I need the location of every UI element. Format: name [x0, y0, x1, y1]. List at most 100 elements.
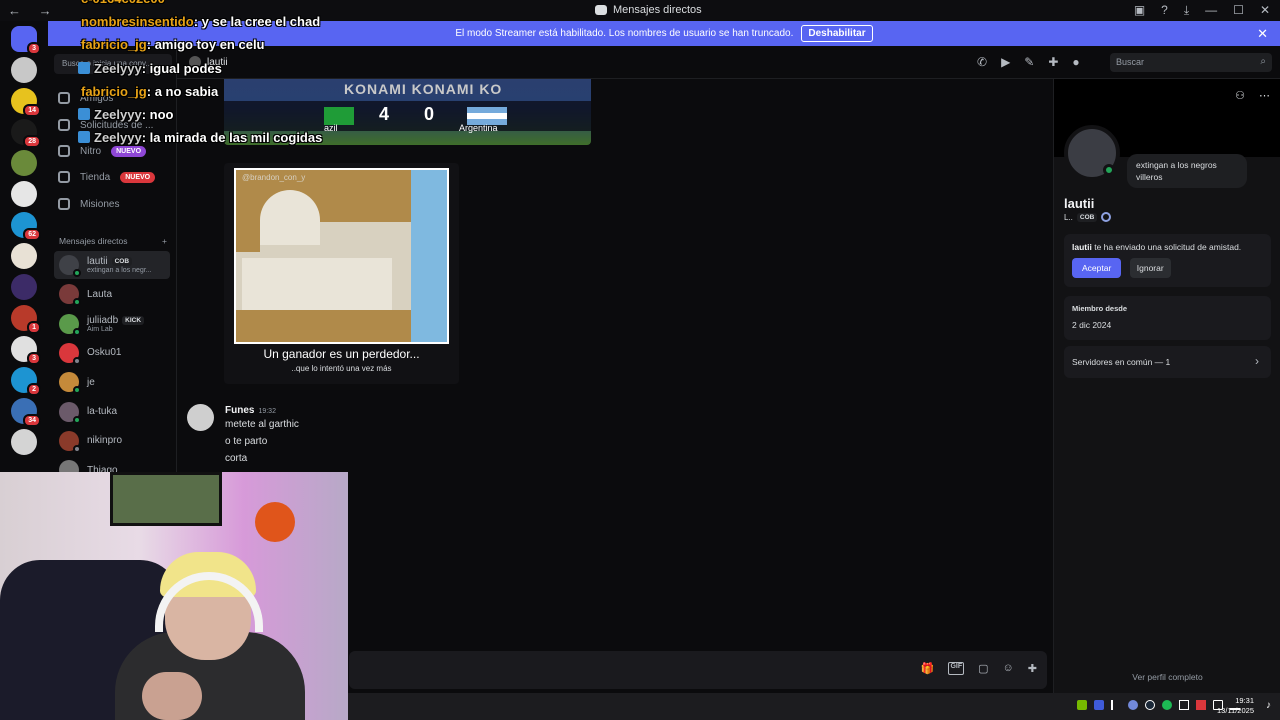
profile-icon[interactable]: ● — [1072, 55, 1079, 69]
dm-item[interactable]: Osku01 — [54, 339, 170, 367]
window-title: Mensajes directos — [595, 4, 702, 16]
comic-illustration: @brandon_con_y — [234, 168, 449, 344]
overlay-chat-line: Zeelyyy: la mirada de las mil cogidas — [78, 130, 322, 145]
nav-nitro[interactable]: Nitro NUEVO — [58, 145, 147, 157]
webcam-overlay — [0, 472, 348, 720]
network-icon[interactable] — [1179, 700, 1189, 710]
add-friend-icon[interactable]: ⚇ — [1235, 89, 1245, 102]
server-icon[interactable]: 28 — [11, 119, 41, 148]
gif-icon[interactable]: GIF — [948, 662, 965, 675]
discord-tray-icon[interactable] — [1128, 700, 1138, 710]
back-arrow-icon[interactable]: ← — [8, 3, 21, 18]
server-icon[interactable] — [11, 243, 37, 269]
dm-name: Osku01 — [87, 347, 122, 359]
nitro-icon — [58, 145, 70, 157]
request-actions: Aceptar Ignorar — [1072, 258, 1263, 278]
discord-logo-icon — [595, 5, 607, 15]
minimize-button[interactable]: — — [1205, 3, 1217, 18]
close-window-button[interactable]: ✕ — [1260, 3, 1270, 18]
message-line: o te parto — [225, 436, 268, 447]
search-input[interactable]: Buscar ⌕ — [1110, 53, 1272, 72]
message-author[interactable]: Funes 19:32 — [225, 405, 276, 416]
platform-icon — [78, 131, 90, 144]
search-placeholder: Buscar — [1116, 57, 1145, 67]
apps-icon[interactable]: ✚ — [1028, 662, 1037, 675]
gift-icon[interactable]: 🎁 — [921, 662, 935, 675]
friend-request-text: lautii te ha enviado una solicitud de am… — [1072, 242, 1263, 252]
dm-text: nikinpro — [87, 435, 122, 446]
dm-item[interactable]: nikinpro — [54, 427, 170, 455]
dm-text: la-tuka — [87, 406, 117, 417]
inbox-icon[interactable]: ▣ — [1134, 3, 1145, 18]
unread-badge: 28 — [23, 135, 41, 148]
clock-time: 19:31 — [1235, 696, 1254, 705]
server-icon[interactable]: 62 — [11, 212, 41, 241]
server-icon[interactable]: 2 — [11, 367, 41, 396]
status-icon — [73, 327, 81, 336]
server-icon[interactable] — [11, 429, 37, 455]
video-icon[interactable]: ▶ — [1001, 55, 1010, 69]
nav-quests[interactable]: Misiones — [58, 198, 119, 210]
dm-item[interactable]: la-tuka — [54, 398, 170, 426]
status-icon — [73, 298, 81, 307]
pin-icon[interactable]: ✎ — [1024, 55, 1034, 69]
help-icon[interactable]: ? — [1161, 3, 1168, 18]
add-member-icon[interactable]: ✚ — [1048, 55, 1058, 69]
guild-tag[interactable]: COB — [1076, 212, 1098, 222]
overlay-message: : la mirada de las mil cogidas — [141, 130, 323, 146]
overlay-message: : amigo toy en celu — [146, 37, 265, 53]
add-dm-icon[interactable]: + — [162, 236, 167, 246]
dm-item[interactable]: Lauta — [54, 280, 170, 308]
server-icon[interactable] — [11, 181, 37, 207]
server-icon[interactable] — [11, 150, 37, 176]
dm-name: Lauta — [87, 288, 113, 300]
ignore-button[interactable]: Ignorar — [1129, 258, 1171, 278]
member-since-date: 2 dic 2024 — [1072, 320, 1112, 330]
profile-avatar[interactable] — [1064, 125, 1120, 181]
forward-arrow-icon[interactable]: → — [39, 3, 52, 18]
steam-icon[interactable] — [1145, 700, 1155, 710]
server-icon[interactable]: 1 — [11, 305, 41, 334]
notification-icon[interactable]: ♪ — [1266, 700, 1271, 711]
server-icon[interactable]: 34 — [11, 398, 41, 427]
avatar[interactable] — [187, 404, 214, 431]
overlay-chat-line: c-0164c02e00 — [81, 0, 165, 6]
accept-button[interactable]: Aceptar — [1072, 258, 1122, 278]
meme-image[interactable]: @brandon_con_y Un ganador es un perdedor… — [224, 163, 459, 384]
server-icon[interactable]: 14 — [11, 88, 41, 117]
microphone-icon[interactable] — [1111, 700, 1121, 710]
server-icon[interactable]: 3 — [11, 336, 41, 365]
phone-icon[interactable]: ✆ — [977, 55, 987, 69]
tunnel-lower — [242, 258, 392, 310]
view-full-profile-link[interactable]: Ver perfil completo — [1054, 672, 1280, 682]
disable-streamer-button[interactable]: Deshabilitar — [801, 25, 873, 42]
badge-icon[interactable] — [1101, 212, 1112, 222]
app-icon[interactable] — [1094, 700, 1104, 710]
score-home: 4 — [379, 104, 390, 124]
dm-item[interactable]: lautii COB extingan a los negr... — [54, 251, 170, 279]
nvidia-icon[interactable] — [1077, 700, 1087, 710]
dm-item[interactable]: je — [54, 368, 170, 396]
record-icon[interactable] — [1196, 700, 1206, 710]
maximize-button[interactable]: ☐ — [1233, 3, 1244, 18]
overlay-chat-line: fabricio_jg: amigo toy en celu — [81, 37, 265, 52]
sticker-icon[interactable]: ▢ — [978, 662, 988, 675]
dm-text: Lauta — [87, 289, 112, 300]
dm-item[interactable]: juliiadb KICK Aim Lab — [54, 310, 170, 338]
overlay-username: fabricio_jg — [81, 37, 147, 53]
download-icon[interactable]: ⤓ — [1184, 3, 1189, 18]
unread-badge: 34 — [23, 414, 41, 427]
mutual-servers-row[interactable]: Servidores en común — 1 › — [1064, 346, 1271, 378]
emoji-icon[interactable]: ☺ — [1003, 662, 1014, 675]
message-composer[interactable]: 🎁 GIF ▢ ☺ ✚ — [349, 651, 1047, 689]
spotify-icon[interactable] — [1162, 700, 1172, 710]
server-icon[interactable] — [11, 57, 37, 83]
rock-left — [236, 222, 260, 252]
server-icon[interactable] — [11, 274, 37, 300]
more-icon[interactable]: ⋯ — [1259, 89, 1270, 102]
clock[interactable]: 19:31 13/11/2025 — [1217, 696, 1254, 716]
nav-arrows: ← → — [8, 3, 66, 18]
home-button[interactable]: 3 — [11, 26, 41, 55]
close-banner-icon[interactable]: ✕ — [1257, 26, 1268, 42]
nav-store[interactable]: Tienda NUEVO — [58, 171, 156, 183]
